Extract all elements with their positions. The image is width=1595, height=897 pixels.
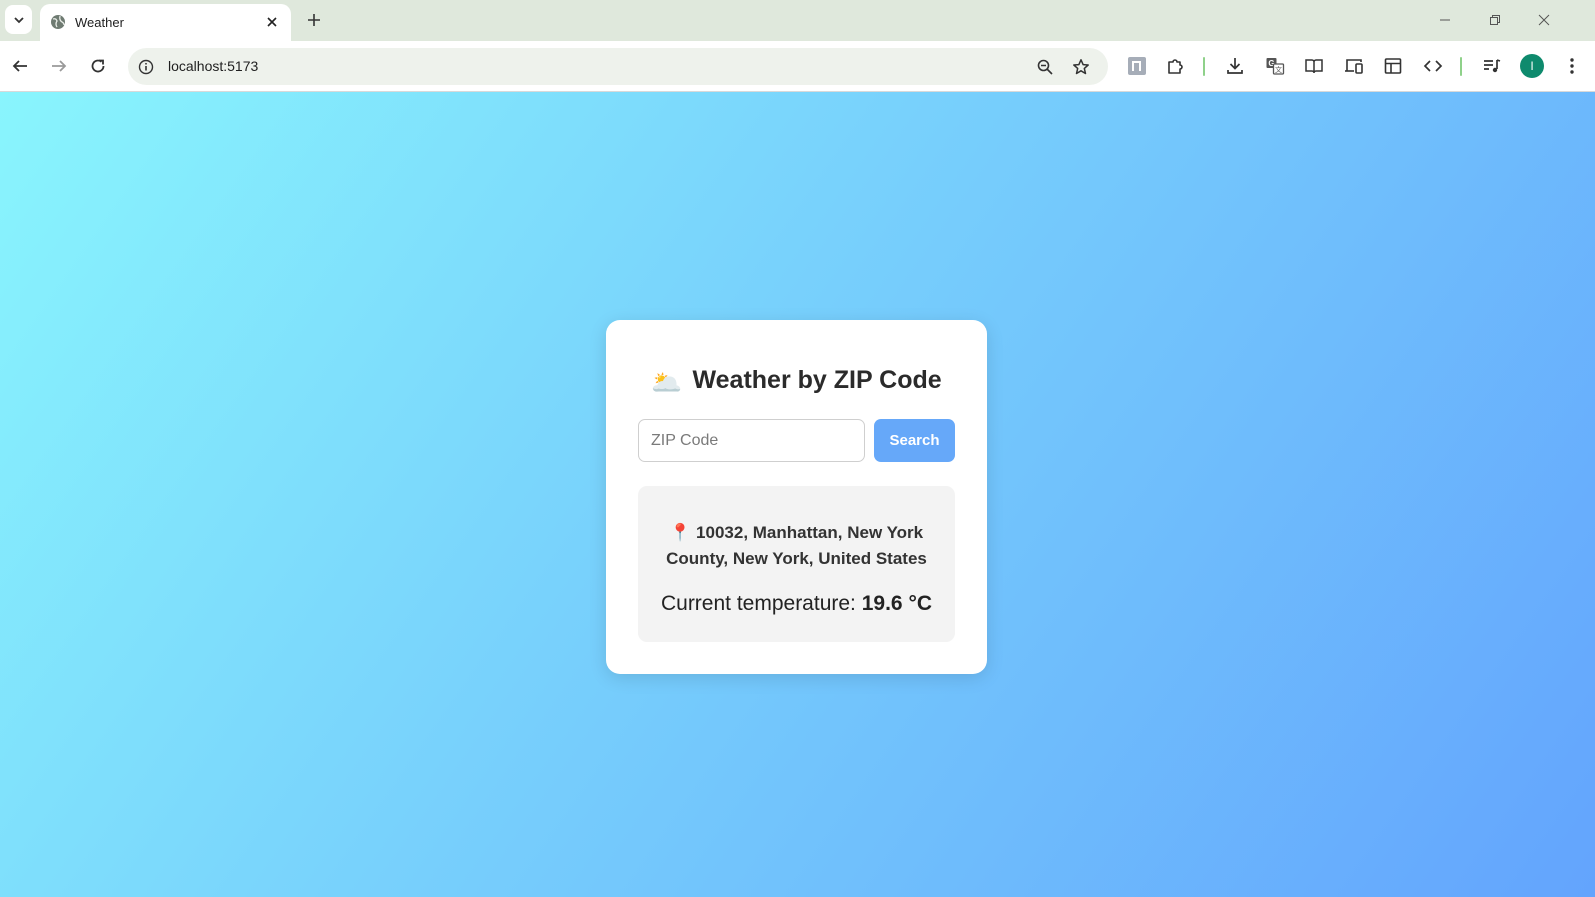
close-icon: [1538, 14, 1550, 26]
extension-n-icon: [1128, 57, 1146, 75]
close-icon: [267, 17, 277, 27]
url-text: localhost:5173: [168, 58, 259, 74]
devices-icon: [1345, 59, 1363, 74]
table-view-button[interactable]: [1381, 54, 1405, 78]
minimize-icon: [1440, 19, 1450, 21]
info-icon: [138, 59, 154, 75]
star-icon: [1073, 59, 1089, 75]
minimize-button[interactable]: [1434, 10, 1456, 30]
search-button[interactable]: Search: [874, 419, 955, 462]
device-toolbar-button[interactable]: [1342, 54, 1366, 78]
translate-button[interactable]: G文: [1263, 54, 1287, 78]
location-value: 10032, Manhattan, New York County, New Y…: [666, 523, 927, 568]
pin-icon: 📍: [669, 523, 692, 542]
page-title-text: Weather by ZIP Code: [692, 366, 942, 394]
arrow-left-icon: [12, 60, 27, 72]
plus-icon: [308, 14, 320, 26]
page-viewport: 🌥️ Weather by ZIP Code Search 📍10032, Man…: [0, 92, 1595, 897]
sun-behind-cloud-icon: 🌥️: [651, 369, 683, 397]
tab-close-button[interactable]: [262, 12, 282, 32]
back-button[interactable]: [8, 54, 32, 78]
zoom-out-icon: [1037, 59, 1053, 75]
forward-button[interactable]: [47, 54, 71, 78]
downloads-button[interactable]: [1223, 54, 1247, 78]
toolbar-separator: [1460, 57, 1462, 76]
address-bar[interactable]: localhost:5173: [128, 48, 1108, 85]
reload-icon: [91, 59, 105, 73]
bookmark-button[interactable]: [1070, 56, 1092, 78]
tab-strip: Weather: [0, 0, 1595, 41]
playlist-music-icon: [1484, 59, 1501, 73]
arrow-right-icon: [52, 60, 67, 72]
browser-toolbar: localhost:5173 G文 I: [0, 41, 1595, 92]
svg-text:文: 文: [1275, 65, 1282, 74]
devtools-button[interactable]: [1421, 54, 1445, 78]
site-info-button[interactable]: [136, 57, 156, 77]
extension-n-button[interactable]: [1125, 54, 1149, 78]
table-icon: [1384, 58, 1402, 74]
page-title: 🌥️ Weather by ZIP Code: [606, 366, 987, 398]
close-window-button[interactable]: [1533, 10, 1555, 30]
toolbar-separator: [1203, 57, 1205, 76]
translate-icon: G文: [1266, 58, 1285, 75]
extensions-button[interactable]: [1164, 54, 1188, 78]
temperature-label: Current temperature:: [660, 592, 856, 615]
profile-avatar[interactable]: I: [1520, 54, 1544, 78]
location-text: 📍 10032, Manhattan, New York County, New …: [658, 520, 935, 572]
chevron-down-icon: [13, 16, 24, 23]
new-tab-button[interactable]: [303, 9, 325, 31]
weather-card: 🌥️ Weather by ZIP Code Search 📍10032, Man…: [606, 320, 987, 674]
restore-icon: [1490, 15, 1500, 25]
temperature-value: 19.6 °C: [861, 592, 933, 615]
tab-search-button[interactable]: [5, 5, 32, 34]
more-vertical-icon: [1570, 58, 1574, 74]
book-icon: [1305, 59, 1323, 74]
tab-weather[interactable]: Weather: [40, 4, 291, 41]
zip-code-input[interactable]: [638, 419, 865, 462]
reload-button[interactable]: [86, 54, 110, 78]
code-icon: [1423, 60, 1443, 72]
zoom-button[interactable]: [1034, 56, 1056, 78]
restore-button[interactable]: [1484, 10, 1506, 30]
reading-mode-button[interactable]: [1302, 54, 1326, 78]
weather-result: 📍 10032, Manhattan, New York County, New …: [638, 486, 955, 642]
globe-icon: [51, 15, 65, 29]
browser-menu-button[interactable]: [1560, 54, 1584, 78]
tab-title: Weather: [75, 15, 124, 30]
puzzle-icon: [1168, 59, 1183, 74]
media-controls-button[interactable]: [1480, 54, 1504, 78]
download-icon: [1227, 58, 1243, 74]
temperature-line: Current temperature: 19.6 °C: [638, 592, 955, 616]
